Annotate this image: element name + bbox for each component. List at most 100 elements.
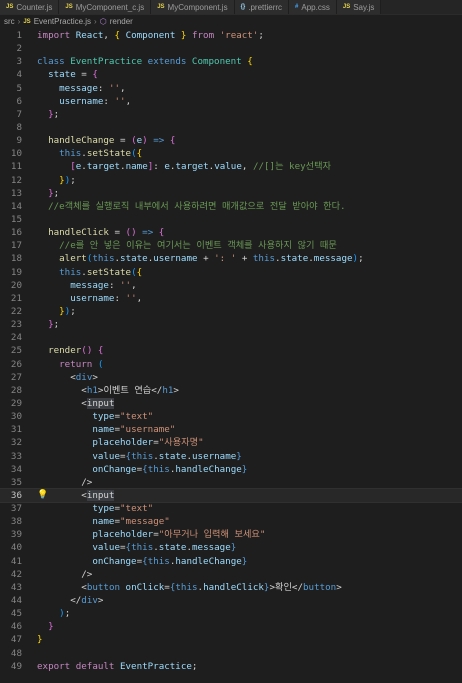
code-token: React [75,30,104,41]
tab-mycomponent-js[interactable]: JS MyComponent.js [151,0,235,14]
code-line[interactable]: 10 this.setState({ [0,147,462,160]
code-line[interactable]: 48 [0,647,462,660]
code-line[interactable]: 26 return ( [0,358,462,371]
code-text: username: '', [37,292,142,305]
code-token: this [59,148,82,160]
code-line[interactable]: 9 handleChange = (e) => { [0,134,462,147]
code-line[interactable]: 19 this.setState({ [0,266,462,279]
code-token: class [37,56,71,68]
code-token: render [48,345,82,357]
code-token: , [131,279,137,291]
method-symbol-icon: ⬡ [99,17,107,26]
code-line[interactable]: 1 import React, { Component } from 'react… [0,29,462,42]
code-line[interactable]: 43 <button onClick={this.handleClick}>확인… [0,581,462,594]
code-line[interactable]: 41 onChange={this.handleChange} [0,555,462,568]
code-line[interactable]: 30 type="text" [0,410,462,423]
code-line[interactable]: 42 /> [0,568,462,581]
line-number: 15 [10,213,22,225]
tab--prettierrc[interactable]: {} .prettierrc [234,0,290,14]
code-line[interactable]: 5 message: '', [0,82,462,95]
code-line[interactable]: 36 💡 <input [0,487,462,504]
code-token: type [92,411,115,423]
tab-say-js[interactable]: JS Say.js [336,0,382,14]
code-line[interactable]: 12 }); [0,174,462,187]
breadcrumb-folder[interactable]: src [4,17,15,26]
code-token: message [70,279,109,291]
breadcrumb-file[interactable]: EventPractice.js [34,17,91,26]
code-text: state = { [37,68,98,81]
code-editor[interactable]: 1 import React, { Component } from 'react… [0,28,462,673]
code-line[interactable]: 17 //e를 안 넣은 이유는 여기서는 이벤트 객체를 사용하지 않기 때문 [0,239,462,252]
code-token: EventPractice [119,660,192,672]
code-line[interactable]: 2 [0,42,462,55]
code-line[interactable]: 20 message: '', [0,279,462,292]
code-line[interactable]: 32 placeholder="사용자명" [0,436,462,449]
code-line[interactable]: 49 export default EventPractice; [0,660,462,673]
code-token: div [75,371,93,383]
code-line[interactable]: 22 }); [0,305,462,318]
code-line[interactable]: 6 username: '', [0,95,462,108]
line-number: 32 [10,437,22,449]
line-number: 9 [16,135,22,147]
line-number: 46 [10,621,22,633]
tab-mycomponent-c-js[interactable]: JS MyComponent_c.js [59,0,152,14]
code-line[interactable]: 4 state = { [0,68,462,81]
code-line[interactable]: 7 }; [0,108,462,121]
tab-app-css[interactable]: # App.css [289,0,337,14]
code-line[interactable]: 25 render() { [0,344,462,357]
code-line[interactable]: 8 [0,121,462,134]
code-line[interactable]: 15 [0,213,462,226]
code-line[interactable]: 28 <h1>이벤트 연습</h1> [0,384,462,397]
code-line[interactable]: 37 type="text" [0,502,462,515]
code-token: this [59,266,82,278]
code-line[interactable]: 34 onChange={this.handleChange} [0,463,462,476]
code-token: onClick [125,581,165,593]
code-line[interactable]: 40 value={this.state.message} [0,541,462,554]
code-line[interactable]: 33 value={this.state.username} [0,450,462,463]
code-line[interactable]: 35 /> [0,476,462,489]
code-line[interactable]: 27 <div> [0,371,462,384]
code-token: "text" [120,503,154,515]
js-file-icon: JS [342,4,351,10]
code-line[interactable]: 18 alert(this.state.username + ': ' + th… [0,252,462,265]
tab-label: Say.js [353,2,375,12]
code-token: onChange [92,463,137,475]
code-line[interactable]: 14 //e객체를 실행로직 내부에서 사용하려면 매개값으로 전달 받아야 한… [0,200,462,213]
code-line[interactable]: 11 [e.target.name]: e.target.value, //[]… [0,160,462,173]
code-line[interactable]: 21 username: '', [0,292,462,305]
js-file-icon: JS [23,18,31,25]
code-line[interactable]: 29 <input [0,397,462,410]
tab-counter-js[interactable]: JS Counter.js [0,0,60,14]
code-token: alert [59,253,87,265]
code-line[interactable]: 23 }; [0,318,462,331]
code-token: </ [70,595,82,607]
code-line[interactable]: 44 </div> [0,594,462,607]
code-token: value [92,450,120,462]
code-token: = [108,227,126,239]
code-line[interactable]: 47} [0,633,462,646]
code-line[interactable]: 31 name="username" [0,423,462,436]
code-line[interactable]: 24 [0,331,462,344]
line-number: 37 [10,503,22,515]
code-line[interactable]: 3 class EventPractice extends Component { [0,55,462,68]
code-text: this.setState({ [37,147,142,160]
code-line[interactable]: 16 handleClick = () => { [0,226,462,239]
code-line[interactable]: 46 } [0,620,462,633]
code-token: state [120,253,148,265]
code-line[interactable]: 39 placeholder="아무거나 입력해 보세요" [0,528,462,541]
breadcrumb-symbol[interactable]: render [110,17,133,26]
code-text: alert(this.state.username + ': ' + this.… [37,252,363,265]
code-line[interactable]: 38 name="message" [0,515,462,528]
code-line[interactable]: 45 ); [0,607,462,620]
js-file-icon: JS [6,4,14,10]
code-text: render() { [37,344,103,357]
code-line[interactable]: 13 }; [0,187,462,200]
